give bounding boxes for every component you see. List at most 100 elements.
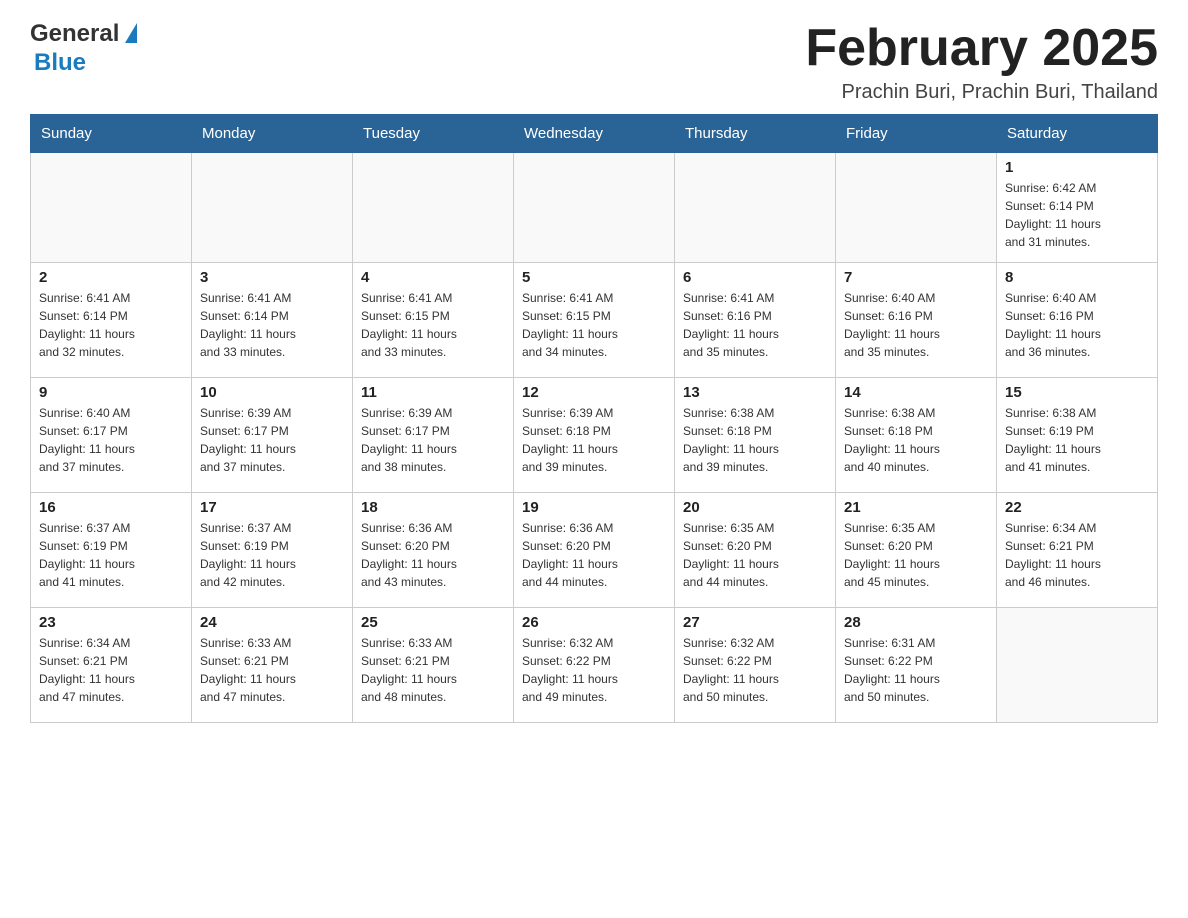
calendar-cell: 28 Sunrise: 6:31 AM Sunset: 6:22 PM Dayli… (836, 608, 997, 723)
day-info: Sunrise: 6:41 AM Sunset: 6:15 PM Dayligh… (522, 289, 666, 361)
day-number: 4 (361, 269, 505, 286)
day-header-thursday: Thursday (675, 115, 836, 153)
calendar-cell: 14Sunrise: 6:38 AM Sunset: 6:18 PM Dayli… (836, 378, 997, 493)
day-number: 25 (361, 614, 505, 631)
day-info: Sunrise: 6:32 AM Sunset: 6:22 PM Dayligh… (683, 634, 827, 706)
day-info: Sunrise: 6:39 AM Sunset: 6:17 PM Dayligh… (361, 404, 505, 476)
day-number: 8 (1005, 269, 1149, 286)
day-number: 26 (522, 614, 666, 631)
calendar-table: SundayMondayTuesdayWednesdayThursdayFrid… (30, 114, 1158, 723)
day-number: 24 (200, 614, 344, 631)
calendar-cell (836, 153, 997, 263)
month-title: February 2025 (805, 20, 1158, 77)
calendar-week-2: 2 Sunrise: 6:41 AM Sunset: 6:14 PM Daylig… (31, 263, 1158, 378)
calendar-cell: 16 Sunrise: 6:37 AM Sunset: 6:19 PM Dayli… (31, 493, 192, 608)
calendar-cell: 23 Sunrise: 6:34 AM Sunset: 6:21 PM Dayli… (31, 608, 192, 723)
calendar-cell (31, 153, 192, 263)
day-info: Sunrise: 6:41 AM Sunset: 6:15 PM Dayligh… (361, 289, 505, 361)
day-number: 1 (1005, 159, 1149, 176)
day-info: Sunrise: 6:39 AM Sunset: 6:17 PM Dayligh… (200, 404, 344, 476)
day-info: Sunrise: 6:39 AM Sunset: 6:18 PM Dayligh… (522, 404, 666, 476)
day-info: Sunrise: 6:38 AM Sunset: 6:19 PM Dayligh… (1005, 404, 1149, 476)
calendar-cell: 10 Sunrise: 6:39 AM Sunset: 6:17 PM Dayli… (192, 378, 353, 493)
day-number: 17 (200, 499, 344, 516)
calendar-cell (514, 153, 675, 263)
calendar-cell: 6 Sunrise: 6:41 AM Sunset: 6:16 PM Daylig… (675, 263, 836, 378)
calendar-cell: 11 Sunrise: 6:39 AM Sunset: 6:17 PM Dayli… (353, 378, 514, 493)
calendar-cell: 22 Sunrise: 6:34 AM Sunset: 6:21 PM Dayli… (997, 493, 1158, 608)
calendar-week-5: 23 Sunrise: 6:34 AM Sunset: 6:21 PM Dayli… (31, 608, 1158, 723)
day-info: Sunrise: 6:33 AM Sunset: 6:21 PM Dayligh… (361, 634, 505, 706)
calendar-cell (997, 608, 1158, 723)
calendar-cell: 17 Sunrise: 6:37 AM Sunset: 6:19 PM Dayli… (192, 493, 353, 608)
day-number: 28 (844, 614, 988, 631)
calendar-cell (192, 153, 353, 263)
calendar-cell: 24 Sunrise: 6:33 AM Sunset: 6:21 PM Dayli… (192, 608, 353, 723)
day-number: 10 (200, 384, 344, 401)
day-number: 22 (1005, 499, 1149, 516)
day-number: 16 (39, 499, 183, 516)
day-info: Sunrise: 6:40 AM Sunset: 6:17 PM Dayligh… (39, 404, 183, 476)
day-number: 19 (522, 499, 666, 516)
day-info: Sunrise: 6:36 AM Sunset: 6:20 PM Dayligh… (522, 519, 666, 591)
day-number: 27 (683, 614, 827, 631)
day-number: 9 (39, 384, 183, 401)
page-header: General Blue February 2025 Prachin Buri,… (30, 20, 1158, 104)
day-info: Sunrise: 6:40 AM Sunset: 6:16 PM Dayligh… (844, 289, 988, 361)
day-info: Sunrise: 6:32 AM Sunset: 6:22 PM Dayligh… (522, 634, 666, 706)
calendar-cell: 18Sunrise: 6:36 AM Sunset: 6:20 PM Dayli… (353, 493, 514, 608)
calendar-cell: 1 Sunrise: 6:42 AM Sunset: 6:14 PM Daylig… (997, 153, 1158, 263)
day-number: 11 (361, 384, 505, 401)
day-number: 5 (522, 269, 666, 286)
day-number: 3 (200, 269, 344, 286)
day-info: Sunrise: 6:37 AM Sunset: 6:19 PM Dayligh… (200, 519, 344, 591)
day-info: Sunrise: 6:34 AM Sunset: 6:21 PM Dayligh… (39, 634, 183, 706)
calendar-cell: 25 Sunrise: 6:33 AM Sunset: 6:21 PM Dayli… (353, 608, 514, 723)
logo: General Blue (30, 20, 201, 78)
day-info: Sunrise: 6:37 AM Sunset: 6:19 PM Dayligh… (39, 519, 183, 591)
day-info: Sunrise: 6:34 AM Sunset: 6:21 PM Dayligh… (1005, 519, 1149, 591)
day-number: 15 (1005, 384, 1149, 401)
logo-blue: Blue (30, 49, 201, 78)
day-header-monday: Monday (192, 115, 353, 153)
calendar-cell: 15 Sunrise: 6:38 AM Sunset: 6:19 PM Dayli… (997, 378, 1158, 493)
day-header-tuesday: Tuesday (353, 115, 514, 153)
day-number: 13 (683, 384, 827, 401)
calendar-cell: 5 Sunrise: 6:41 AM Sunset: 6:15 PM Daylig… (514, 263, 675, 378)
calendar-cell: 26 Sunrise: 6:32 AM Sunset: 6:22 PM Dayli… (514, 608, 675, 723)
day-number: 21 (844, 499, 988, 516)
day-header-sunday: Sunday (31, 115, 192, 153)
day-header-wednesday: Wednesday (514, 115, 675, 153)
day-info: Sunrise: 6:42 AM Sunset: 6:14 PM Dayligh… (1005, 179, 1149, 251)
day-info: Sunrise: 6:41 AM Sunset: 6:16 PM Dayligh… (683, 289, 827, 361)
calendar-cell (353, 153, 514, 263)
day-info: Sunrise: 6:41 AM Sunset: 6:14 PM Dayligh… (39, 289, 183, 361)
day-info: Sunrise: 6:38 AM Sunset: 6:18 PM Dayligh… (683, 404, 827, 476)
day-info: Sunrise: 6:31 AM Sunset: 6:22 PM Dayligh… (844, 634, 988, 706)
day-header-friday: Friday (836, 115, 997, 153)
calendar-cell: 21Sunrise: 6:35 AM Sunset: 6:20 PM Dayli… (836, 493, 997, 608)
calendar-week-3: 9 Sunrise: 6:40 AM Sunset: 6:17 PM Daylig… (31, 378, 1158, 493)
calendar-week-1: 1 Sunrise: 6:42 AM Sunset: 6:14 PM Daylig… (31, 153, 1158, 263)
day-number: 12 (522, 384, 666, 401)
day-header-saturday: Saturday (997, 115, 1158, 153)
day-number: 20 (683, 499, 827, 516)
day-info: Sunrise: 6:33 AM Sunset: 6:21 PM Dayligh… (200, 634, 344, 706)
calendar-cell: 7 Sunrise: 6:40 AM Sunset: 6:16 PM Daylig… (836, 263, 997, 378)
day-number: 23 (39, 614, 183, 631)
day-number: 7 (844, 269, 988, 286)
title-section: February 2025 Prachin Buri, Prachin Buri… (805, 20, 1158, 104)
calendar-cell: 13 Sunrise: 6:38 AM Sunset: 6:18 PM Dayli… (675, 378, 836, 493)
day-info: Sunrise: 6:41 AM Sunset: 6:14 PM Dayligh… (200, 289, 344, 361)
calendar-cell: 9 Sunrise: 6:40 AM Sunset: 6:17 PM Daylig… (31, 378, 192, 493)
calendar-cell: 12 Sunrise: 6:39 AM Sunset: 6:18 PM Dayli… (514, 378, 675, 493)
day-info: Sunrise: 6:38 AM Sunset: 6:18 PM Dayligh… (844, 404, 988, 476)
calendar-cell: 2 Sunrise: 6:41 AM Sunset: 6:14 PM Daylig… (31, 263, 192, 378)
day-number: 2 (39, 269, 183, 286)
calendar-header-row: SundayMondayTuesdayWednesdayThursdayFrid… (31, 115, 1158, 153)
day-number: 6 (683, 269, 827, 286)
calendar-cell: 19 Sunrise: 6:36 AM Sunset: 6:20 PM Dayli… (514, 493, 675, 608)
logo-general: General (30, 20, 119, 49)
calendar-cell: 27 Sunrise: 6:32 AM Sunset: 6:22 PM Dayli… (675, 608, 836, 723)
calendar-cell: 20Sunrise: 6:35 AM Sunset: 6:20 PM Dayli… (675, 493, 836, 608)
